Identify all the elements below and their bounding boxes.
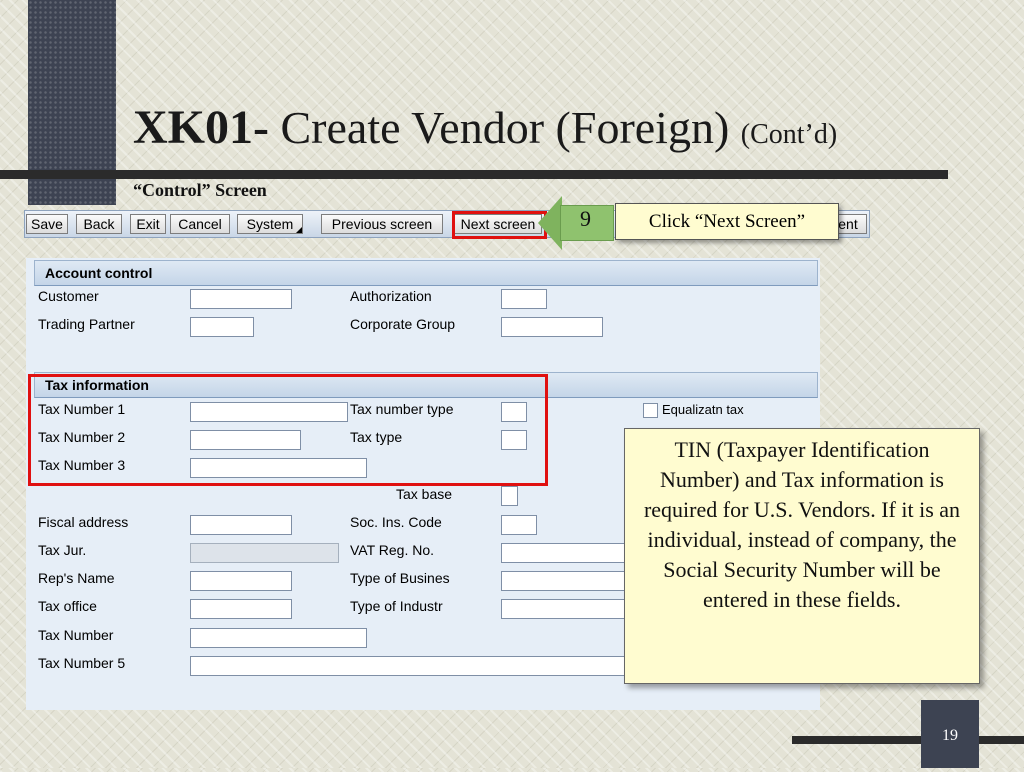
soc-ins-code-label: Soc. Ins. Code — [350, 514, 442, 530]
tax-number-label: Tax Number — [38, 627, 114, 643]
vat-reg-no-input[interactable] — [501, 543, 625, 563]
page-number: 19 — [921, 700, 979, 768]
previous-screen-button[interactable]: Previous screen — [321, 214, 443, 234]
system-menu-button[interactable]: System — [237, 214, 303, 234]
tax-jur-input — [190, 543, 339, 563]
vat-reg-no-label: VAT Reg. No. — [350, 542, 435, 558]
tax-office-input[interactable] — [190, 599, 292, 619]
info-note-box: TIN (Taxpayer Identification Number) and… — [624, 428, 980, 684]
tax-number-5-input[interactable] — [190, 656, 626, 676]
tax-jur-label: Tax Jur. — [38, 542, 87, 558]
footer-bar — [792, 736, 1024, 744]
system-button-label: System — [246, 216, 294, 232]
trading-partner-label: Trading Partner — [38, 316, 135, 332]
corporate-group-label: Corporate Group — [350, 316, 456, 332]
cancel-button[interactable]: Cancel — [170, 214, 230, 234]
customer-input[interactable] — [190, 289, 292, 309]
tax-number-highlight — [28, 374, 548, 486]
type-of-industry-input[interactable] — [501, 599, 625, 619]
equalization-tax-checkbox[interactable] — [643, 403, 658, 418]
back-button[interactable]: Back — [76, 214, 122, 234]
tax-office-label: Tax office — [38, 598, 97, 614]
soc-ins-code-input[interactable] — [501, 515, 537, 535]
authorization-input[interactable] — [501, 289, 547, 309]
title-text: Create Vendor (Foreign) — [268, 102, 741, 153]
title-code: XK01- — [133, 101, 269, 154]
type-of-business-input[interactable] — [501, 571, 625, 591]
account-control-header: Account control — [34, 260, 818, 286]
instruction-callout: Click “Next Screen” — [615, 203, 839, 240]
title-underline-bar — [0, 170, 948, 179]
dropdown-corner-icon — [296, 227, 302, 233]
equalization-tax-label: Equalizatn tax — [662, 402, 744, 417]
exit-button[interactable]: Exit — [130, 214, 166, 234]
slide-subtitle: “Control” Screen — [133, 180, 267, 200]
type-of-business-label: Type of Busines — [350, 570, 450, 586]
tax-number-input[interactable] — [190, 628, 367, 648]
corporate-group-input[interactable] — [501, 317, 603, 337]
save-button[interactable]: Save — [26, 214, 68, 234]
green-arrow-icon — [538, 196, 562, 250]
reps-name-label: Rep's Name — [38, 570, 115, 586]
tax-number-5-label: Tax Number 5 — [38, 655, 126, 671]
fiscal-address-input[interactable] — [190, 515, 292, 535]
tax-base-checkbox[interactable] — [501, 486, 518, 506]
authorization-label: Authorization — [350, 288, 432, 304]
title-contd: (Cont’d) — [740, 119, 838, 150]
customer-label: Customer — [38, 288, 99, 304]
trading-partner-input[interactable] — [190, 317, 254, 337]
type-of-industry-label: Type of Industr — [350, 598, 443, 614]
fiscal-address-label: Fiscal address — [38, 514, 129, 530]
reps-name-input[interactable] — [190, 571, 292, 591]
tax-base-label: Tax base — [396, 486, 453, 502]
next-screen-highlight — [452, 211, 547, 239]
slide-title: XK01- Create Vendor (Foreign) (Cont’d) — [133, 100, 837, 155]
step-number: 9 — [580, 206, 591, 231]
